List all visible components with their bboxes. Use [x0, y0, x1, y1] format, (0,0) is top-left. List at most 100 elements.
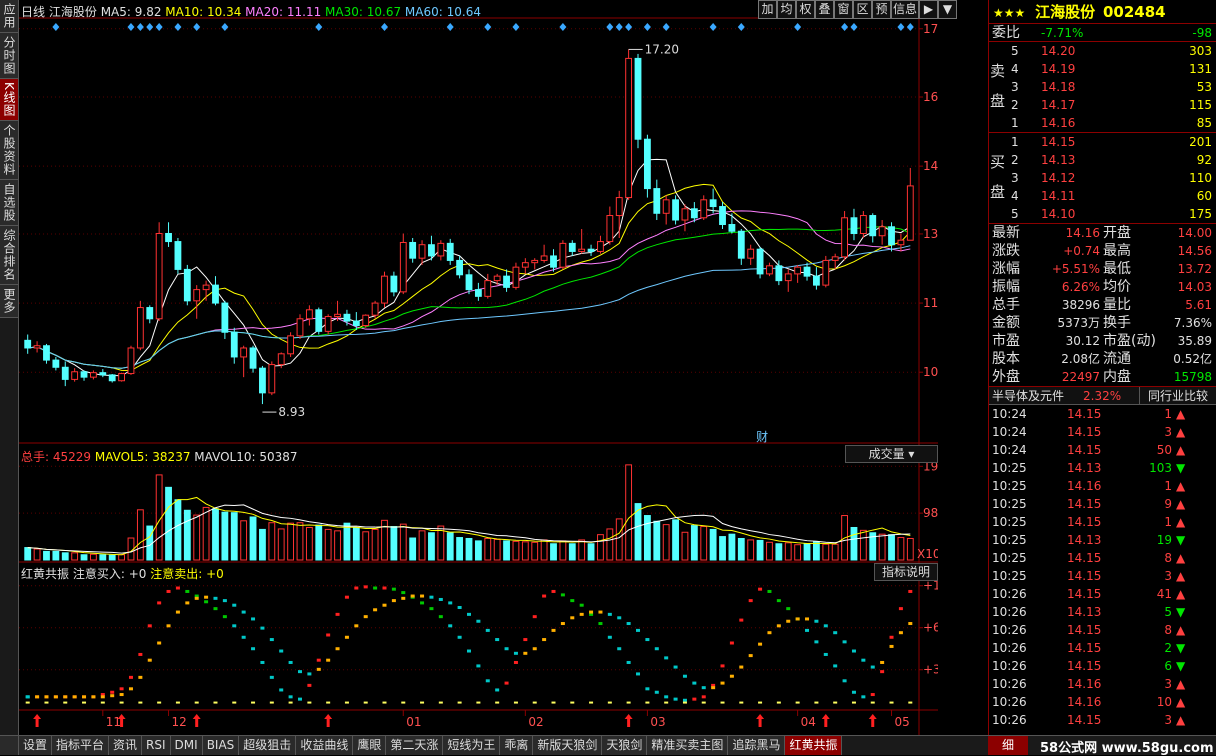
indicator-yellow-mark — [185, 601, 190, 605]
indicator-red-mark — [814, 640, 819, 644]
candle-body — [822, 259, 830, 286]
quote-title: ★★★ 江海股份 002484 — [989, 0, 1216, 24]
tick-volume: 1 — [1164, 407, 1172, 421]
info-diamond-icon — [897, 23, 905, 31]
left-tab-0[interactable]: 应用 — [0, 0, 18, 33]
indicator-baseline-mark — [251, 701, 256, 704]
toolbar-button-4[interactable]: 窗 — [834, 0, 853, 19]
indicator-yellow-mark — [532, 647, 537, 651]
bottom-tab-10[interactable]: 短线为王 — [443, 736, 501, 755]
candle-body — [643, 138, 651, 190]
indicator-red-mark — [898, 607, 903, 611]
indicator-red-mark — [326, 633, 331, 637]
toolbar-button-9[interactable]: ▼ — [938, 0, 957, 19]
bottom-tab-15[interactable]: 追踪黑马 — [728, 736, 786, 755]
info-diamond-icon — [559, 23, 567, 31]
info-diamond-icon — [625, 23, 633, 31]
volume-bar — [906, 537, 914, 561]
stat-row: 最新 14.16 开盘 14.00 — [989, 224, 1216, 242]
left-tab-5[interactable]: 综合排名 — [0, 225, 18, 285]
buy_orders-price: 14.13 — [1041, 153, 1076, 167]
volume-axis-label: 9800 — [923, 506, 938, 520]
sell_orders-volume: 85 — [1196, 116, 1212, 130]
candle-body — [597, 241, 604, 252]
left-tab-6[interactable]: 更多 — [0, 284, 18, 318]
indicator-red-mark — [382, 586, 387, 590]
candle-body — [136, 307, 144, 349]
indicator-help-button[interactable]: 指标说明 — [874, 563, 938, 581]
indicator-yellow-mark — [711, 686, 716, 690]
bottom-tab-14[interactable]: 精准买卖主图 — [647, 736, 729, 755]
indicator-red-mark — [720, 664, 725, 668]
indicator-baseline-mark — [889, 701, 894, 704]
price-axis-label: 10.01 — [923, 365, 938, 379]
indicator-yellow-mark — [513, 651, 518, 655]
bottom-tab-11[interactable]: 乖离 — [500, 736, 534, 755]
candle-body — [334, 313, 341, 318]
volume-bar — [277, 528, 285, 561]
stat-value-left: 22497 — [1061, 370, 1100, 384]
tick-row: 10:24 14.15 3 ▲ — [989, 423, 1216, 441]
left-tab-1[interactable]: 分时图 — [0, 33, 18, 79]
candle-body — [878, 226, 886, 237]
indicator-red-mark — [833, 664, 838, 668]
stat-label-right: 市盈(动) — [1103, 333, 1156, 349]
detail-tab[interactable]: 细 — [988, 736, 1028, 755]
volume-bar — [324, 528, 332, 561]
indicator-red-mark — [344, 595, 349, 599]
volume-bar — [352, 526, 360, 561]
bottom-tab-9[interactable]: 第二天涨 — [386, 736, 444, 755]
left-tab-4[interactable]: 自选股 — [0, 179, 18, 226]
kline-chart-area[interactable]: 17.66 16.14 14.60 13.09 11.55 10.01 17.20 8.93 财… — [19, 0, 957, 735]
price-axis-label: 16.14 — [923, 90, 938, 104]
indicator-yellow-mark — [297, 670, 302, 674]
tick-row: 10:25 14.15 9 ▲ — [989, 495, 1216, 513]
candle-body — [71, 371, 79, 380]
volume-bar — [897, 537, 905, 561]
indicator-yellow-mark — [692, 681, 697, 685]
volume-bar — [719, 536, 726, 561]
toolbar-button-8[interactable]: ▶ — [919, 0, 938, 19]
chevron-down-icon: ▾ — [908, 447, 915, 461]
bottom-tab-13[interactable]: 天狼剑 — [602, 736, 648, 755]
bottom-tab-7[interactable]: 收益曲线 — [296, 736, 354, 755]
volume-bar — [80, 554, 88, 561]
bottom-tab-4[interactable]: DMI — [170, 736, 203, 755]
indicator-baseline-mark — [607, 701, 612, 704]
left-tab-2[interactable]: K线图 — [0, 79, 18, 121]
bottom-tab-0[interactable]: 设置 — [19, 736, 53, 755]
toolbar-button-5[interactable]: 区 — [853, 0, 872, 19]
toolbar-button-3[interactable]: 叠 — [815, 0, 834, 19]
indicator-red-mark — [701, 695, 706, 699]
bottom-tab-2[interactable]: 资讯 — [109, 736, 143, 755]
toolbar-button-2[interactable]: 权 — [796, 0, 815, 19]
bottom-tab-16[interactable]: 红黄共振 — [785, 736, 843, 755]
volume-bar — [756, 539, 764, 561]
toolbar-button-0[interactable]: 加 — [758, 0, 777, 19]
industry-compare-button[interactable]: 同行业比较 — [1139, 387, 1216, 405]
bottom-scroll-left-icon[interactable] — [0, 736, 19, 755]
volume-bar — [43, 550, 50, 561]
stat-label-right: 最低 — [1103, 261, 1131, 277]
bottom-tab-3[interactable]: RSI — [142, 736, 171, 755]
toolbar-button-7[interactable]: 信息 — [891, 0, 919, 19]
bottom-tab-1[interactable]: 指标平台 — [52, 736, 110, 755]
indicator-red-mark — [222, 615, 227, 619]
volume-bar — [615, 518, 623, 561]
indicator-yellow-mark — [429, 595, 434, 599]
volume-indicator-dropdown[interactable]: 成交量 ▾ — [845, 445, 938, 463]
bottom-tab-5[interactable]: BIAS — [202, 736, 240, 755]
left-tab-3[interactable]: 个股资料 — [0, 120, 18, 180]
volume-bar — [690, 525, 698, 561]
indicator-baseline-mark — [288, 701, 293, 704]
bottom-tab-6[interactable]: 超级狙击 — [239, 736, 297, 755]
buy_orders-level: 1 — [1011, 135, 1019, 149]
tick-price: 14.16 — [1067, 479, 1102, 493]
bottom-tab-12[interactable]: 新版天狼剑 — [533, 736, 603, 755]
bottom-tab-8[interactable]: 鹰眼 — [353, 736, 387, 755]
tick-list[interactable]: 10:24 14.15 1 ▲ 10:24 14.15 3 ▲ 10:24 14.15 50 ▲ 10:… — [989, 405, 1216, 729]
toolbar-button-1[interactable]: 均 — [777, 0, 796, 19]
toolbar-button-6[interactable]: 预 — [872, 0, 891, 19]
kline-chart-svg[interactable]: 17.66 16.14 14.60 13.09 11.55 10.01 17.20 8.93 财… — [19, 0, 938, 735]
indicator-red-mark — [373, 586, 378, 590]
